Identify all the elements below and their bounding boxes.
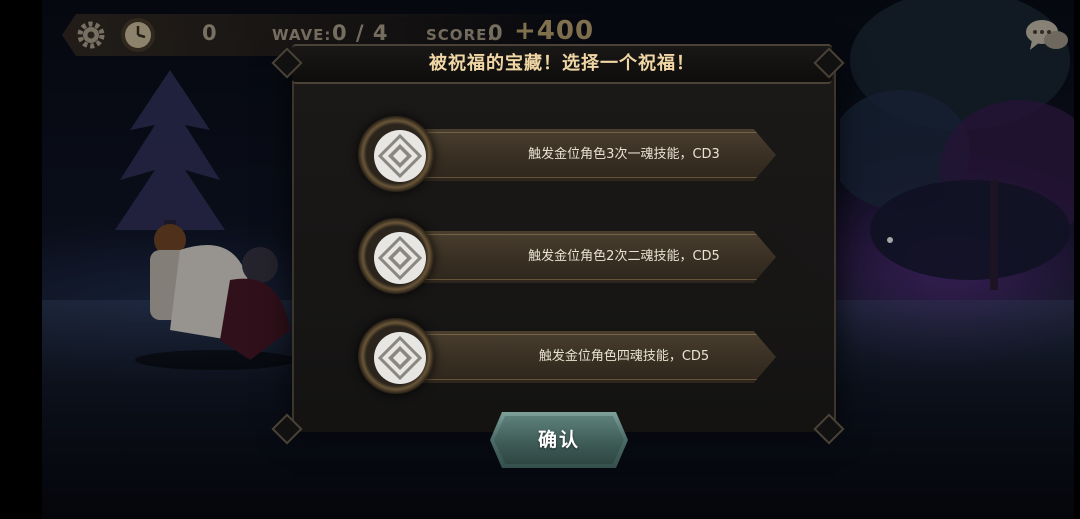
diamond-rune-icon (374, 232, 426, 284)
option-label: 触发金位角色2次二魂技能，CD5 (528, 249, 720, 264)
dialog-title: 被祝福的宝藏！选择一个祝福！ (429, 53, 695, 74)
diamond-rune-icon (374, 332, 426, 384)
blessing-option-3[interactable]: 触发金位角色四魂技能，CD5 (354, 316, 778, 396)
confirm-button[interactable]: 确认 (490, 412, 628, 468)
option-icon-frame (358, 218, 434, 294)
option-label: 触发金位角色四魂技能，CD5 (538, 349, 710, 364)
option-icon-frame (358, 318, 434, 394)
blessing-option-2[interactable]: 触发金位角色2次二魂技能，CD5 (354, 216, 778, 296)
confirm-label: 确认 (537, 429, 580, 451)
diamond-rune-icon (374, 130, 426, 182)
option-icon-frame (358, 116, 434, 192)
dialog-title-bar: 被祝福的宝藏！选择一个祝福！ (292, 44, 832, 84)
option-label: 触发金位角色3次一魂技能，CD3 (528, 147, 720, 162)
blessing-option-1[interactable]: 触发金位角色3次一魂技能，CD3 (354, 114, 778, 194)
